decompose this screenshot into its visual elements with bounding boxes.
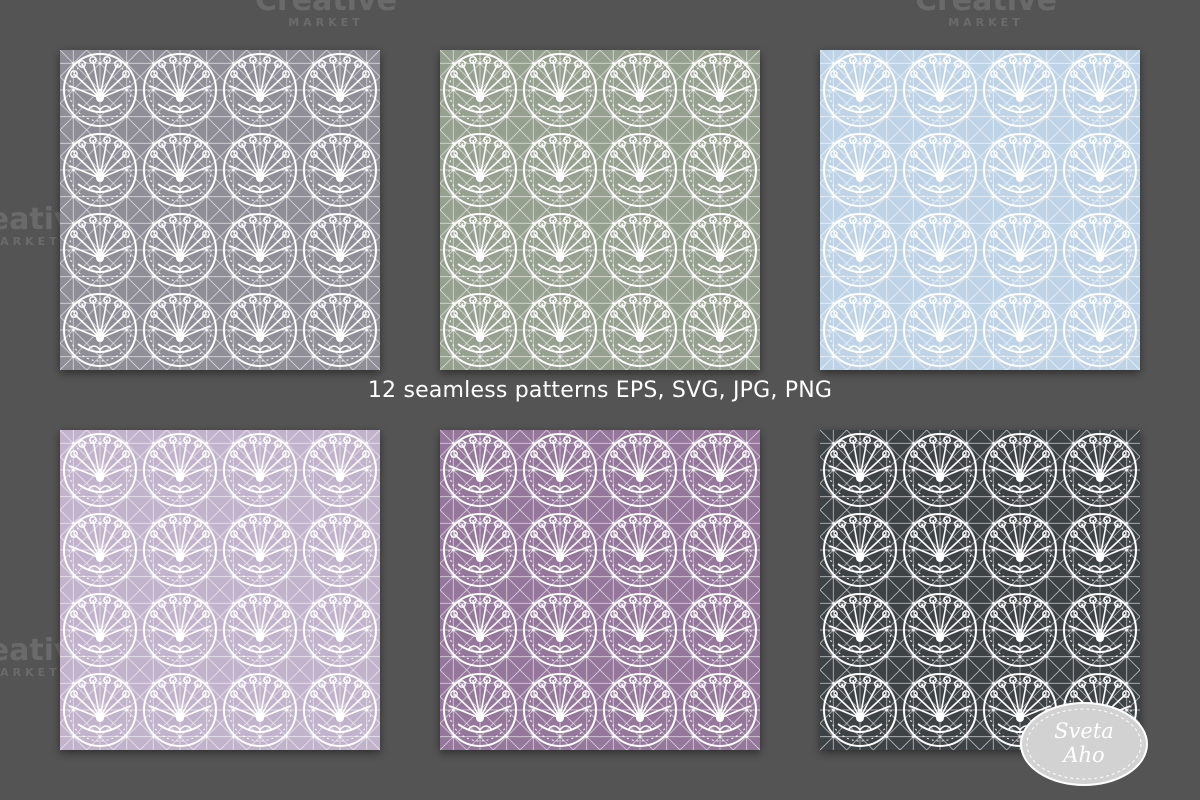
lace-pattern [440, 50, 760, 370]
pattern-tile-lavender [60, 430, 380, 750]
lace-pattern [820, 50, 1140, 370]
watermark-brand: Creative [255, 0, 397, 18]
watermark-top-right: Creative MARKET [915, 0, 1057, 29]
caption-text: 12 seamless patterns EPS, SVG, JPG, PNG [367, 378, 833, 403]
pattern-tile-grey [60, 50, 380, 370]
watermark-top-left: Creative MARKET [255, 0, 397, 29]
pattern-tile-sage [440, 50, 760, 370]
lace-pattern [440, 430, 760, 750]
author-logo: Sveta Aho [1018, 700, 1150, 788]
lace-pattern [60, 430, 380, 750]
logo-line-2: Aho [1063, 743, 1105, 767]
pattern-tile-light-blue [820, 50, 1140, 370]
lace-pattern [60, 50, 380, 370]
watermark-sub: MARKET [288, 16, 364, 29]
watermark-brand: Creative [915, 0, 1057, 18]
watermark-sub: MARKET [948, 16, 1024, 29]
logo-line-1: Sveta [1054, 719, 1114, 743]
pattern-tile-plum [440, 430, 760, 750]
